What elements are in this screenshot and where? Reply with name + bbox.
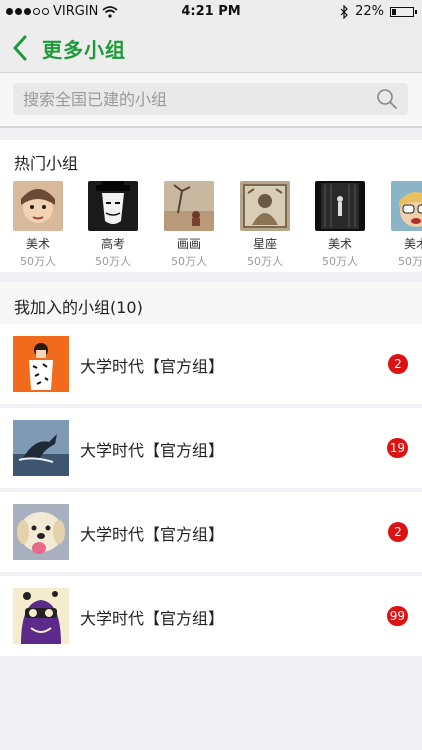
group-name: 大学时代【官方组】 xyxy=(80,609,225,628)
hot-group-item[interactable]: 星座 50万人 xyxy=(240,181,290,269)
unread-badge: 2 xyxy=(388,354,408,374)
my-group-row[interactable]: 大学时代【官方组】 19 xyxy=(0,408,422,488)
navigation-bar: 更多小组 xyxy=(0,24,422,73)
my-groups-title: 我加入的小组(10) xyxy=(14,298,143,317)
group-name: 大学时代【官方组】 xyxy=(80,441,225,460)
group-name: 大学时代【官方组】 xyxy=(80,357,225,376)
group-thumbnail xyxy=(164,181,214,231)
hot-group-item[interactable]: 美术 50万人 xyxy=(315,181,365,269)
group-thumbnail xyxy=(88,181,138,231)
unread-badge: 19 xyxy=(386,438,408,458)
status-right: 22% xyxy=(340,4,417,19)
hot-groups-title: 热门小组 xyxy=(14,154,79,173)
hot-group-item[interactable]: 高考 50万人 xyxy=(88,181,138,269)
hot-group-count: 50万人 xyxy=(171,255,207,268)
page-title: 更多小组 xyxy=(42,37,126,62)
hot-group-item[interactable]: 美术 50万人 xyxy=(13,181,63,269)
hot-group-item[interactable]: 美术 50万人 xyxy=(391,181,422,269)
hot-group-count: 50万人 xyxy=(247,255,283,268)
group-thumbnail xyxy=(391,181,422,231)
status-bar: VIRGIN 4:21 PM 22% xyxy=(0,0,422,24)
unread-badge: 99 xyxy=(386,606,408,626)
search-bar[interactable] xyxy=(13,83,408,115)
hot-group-count: 50万人 xyxy=(95,255,131,268)
battery-percent: 22% xyxy=(355,4,384,19)
hot-group-name: 星座 xyxy=(252,237,277,251)
hot-groups-list: 美术 50万人 高考 50万人 画画 50万人 星座 50万人 美术 50万人 … xyxy=(13,181,422,271)
chevron-left-icon xyxy=(13,35,27,61)
my-group-row[interactable]: 大学时代【官方组】 2 xyxy=(0,492,422,572)
hot-group-name: 美术 xyxy=(403,237,422,251)
group-thumbnail xyxy=(315,181,365,231)
group-avatar xyxy=(13,420,69,476)
group-name: 大学时代【官方组】 xyxy=(80,525,225,544)
group-avatar xyxy=(13,336,69,392)
hot-groups-section: 热门小组 美术 50万人 高考 50万人 画画 50万人 星座 50万人 美术 … xyxy=(0,140,422,272)
hot-group-count: 50万人 xyxy=(322,255,358,268)
my-group-row[interactable]: 大学时代【官方组】 99 xyxy=(0,576,422,656)
search-input[interactable] xyxy=(13,83,376,115)
my-groups-header: 我加入的小组(10) xyxy=(0,282,422,324)
search-icon[interactable] xyxy=(376,88,398,110)
bluetooth-icon xyxy=(340,4,348,19)
hot-group-count: 50万人 xyxy=(20,255,56,268)
hot-group-name: 画画 xyxy=(176,237,201,251)
hot-group-name: 高考 xyxy=(100,237,125,251)
my-group-row[interactable]: 大学时代【官方组】 2 xyxy=(0,324,422,404)
hot-group-name: 美术 xyxy=(25,237,50,251)
hot-group-name: 美术 xyxy=(327,237,352,251)
back-button[interactable] xyxy=(12,35,28,61)
group-avatar xyxy=(13,588,69,644)
search-area xyxy=(0,73,422,128)
hot-group-item[interactable]: 画画 50万人 xyxy=(164,181,214,269)
hot-group-count: 50万人 xyxy=(398,255,422,268)
battery-icon xyxy=(390,6,417,17)
group-thumbnail xyxy=(240,181,290,231)
group-thumbnail xyxy=(13,181,63,231)
group-avatar xyxy=(13,504,69,560)
unread-badge: 2 xyxy=(388,522,408,542)
